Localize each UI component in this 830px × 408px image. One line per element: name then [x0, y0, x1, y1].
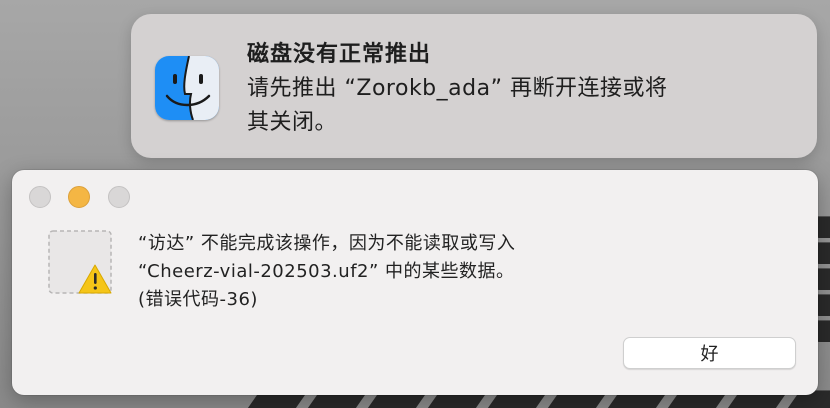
- alert-message-line: “访达” 不能完成该操作，因为不能读取或写入: [138, 233, 516, 254]
- alert-message-line: “Cheerz-vial-202503.uf2” 中的某些数据。: [138, 261, 515, 282]
- error-alert-dialog: “访达” 不能完成该操作，因为不能读取或写入 “Cheerz-vial-2025…: [12, 170, 818, 395]
- notification-body: 请先推出 “Zorokb_ada” 再断开连接或将 其关闭。: [247, 72, 747, 140]
- finder-icon: [155, 56, 219, 120]
- zoom-window-button[interactable]: [108, 186, 130, 208]
- notification-body-line: 请先推出 “Zorokb_ada” 再断开连接或将: [247, 76, 668, 101]
- document-warning-icon: [48, 230, 112, 294]
- notification-banner[interactable]: 磁盘没有正常推出 请先推出 “Zorokb_ada” 再断开连接或将 其关闭。: [131, 14, 817, 158]
- ok-button[interactable]: 好: [623, 337, 796, 369]
- notification-title: 磁盘没有正常推出: [247, 42, 432, 67]
- alert-message: “访达” 不能完成该操作，因为不能读取或写入 “Cheerz-vial-2025…: [138, 230, 515, 314]
- error-code: (错误代码-36): [138, 289, 258, 310]
- minimize-window-button[interactable]: [68, 186, 90, 208]
- keyboard-keys-right: [816, 200, 830, 360]
- notification-body-line: 其关闭。: [247, 110, 338, 135]
- close-window-button[interactable]: [29, 186, 51, 208]
